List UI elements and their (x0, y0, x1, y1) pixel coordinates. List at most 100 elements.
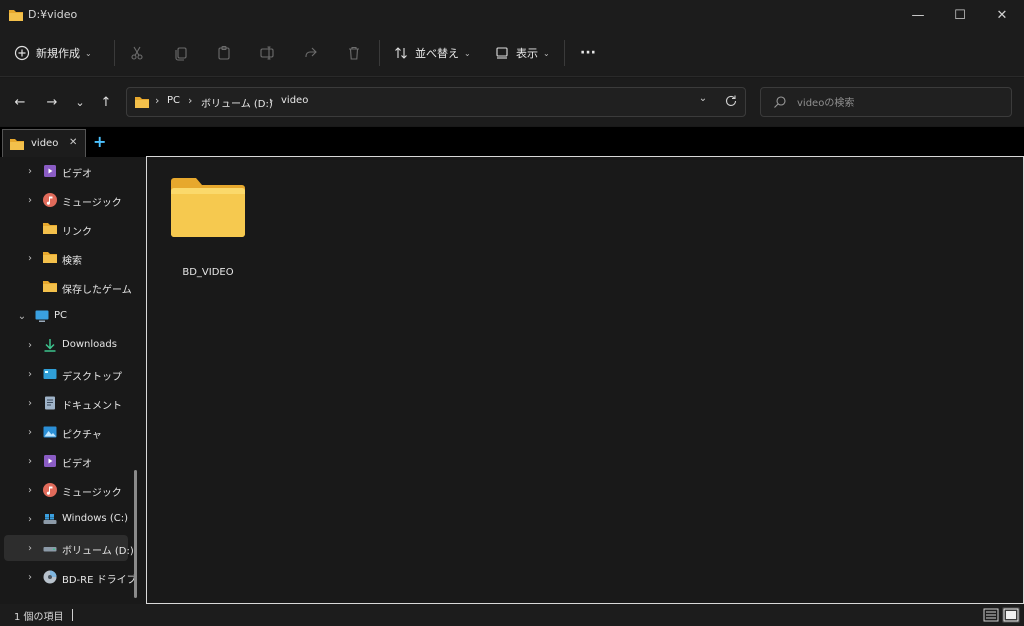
breadcrumb-pc[interactable]: PC (167, 95, 180, 106)
close-icon: ✕ (996, 7, 1008, 23)
window-title: D:¥video (28, 8, 78, 21)
folder-icon (42, 221, 58, 237)
sidebar-item-label: ボリューム (D:) (62, 546, 134, 557)
sidebar-item-label: Windows (C:) (62, 513, 128, 524)
chevron-right-icon[interactable]: › (24, 542, 36, 554)
chevron-down-icon: ⌄ (464, 48, 471, 58)
minimize-button[interactable]: — (898, 0, 938, 30)
refresh-button[interactable] (723, 93, 739, 109)
chevron-right-icon[interactable]: › (24, 339, 36, 351)
breadcrumb-volume-d[interactable]: ボリューム (D:) (201, 95, 273, 110)
disc-drive-icon (42, 569, 58, 585)
recent-locations-button[interactable]: ⌄ (68, 90, 92, 114)
chevron-right-icon[interactable]: › (24, 571, 36, 583)
sidebar-scrollbar[interactable] (134, 470, 137, 598)
sidebar-item-saved-games[interactable]: 保存したゲーム (4, 274, 132, 300)
status-bar: 1 個の項目 (0, 604, 1024, 626)
scissors-icon (131, 46, 143, 60)
chevron-right-icon[interactable]: › (24, 455, 36, 467)
sidebar-item-video[interactable]: › ビデオ (4, 158, 128, 184)
navigation-pane: › ビデオ › ミュージック リンク › 検索 保存したゲーム ⌄ PC › D… (0, 157, 146, 603)
copy-button[interactable] (170, 42, 192, 64)
tab-close-button[interactable]: ✕ (69, 137, 77, 148)
search-box[interactable] (760, 87, 1012, 117)
chevron-placeholder (24, 281, 36, 293)
sidebar-item-label: ピクチャ (62, 430, 102, 441)
document-icon (42, 395, 58, 411)
cut-button[interactable] (126, 42, 148, 64)
view-button[interactable]: 表示 ⌄ (494, 38, 556, 68)
view-icon (494, 45, 510, 61)
back-button[interactable]: ← (8, 90, 32, 114)
chevron-right-icon[interactable]: › (24, 165, 36, 177)
forward-button[interactable]: → (40, 90, 64, 114)
minimize-icon: — (911, 7, 925, 23)
file-list-view: BD_VIDEO (146, 156, 1024, 604)
sidebar-item-music[interactable]: › ミュージック (4, 187, 128, 213)
address-dropdown-button[interactable]: ⌄ (695, 93, 711, 109)
rename-icon (260, 46, 274, 60)
sidebar-item-links[interactable]: リンク (4, 216, 128, 242)
search-icon (773, 95, 787, 109)
share-button[interactable] (300, 42, 322, 64)
sidebar-item-documents[interactable]: › ドキュメント (4, 390, 128, 416)
up-button[interactable]: ↑ (94, 90, 118, 114)
folder-icon (42, 250, 58, 266)
video-icon (42, 453, 58, 469)
pc-icon (34, 308, 50, 324)
maximize-button[interactable]: ☐ (940, 0, 980, 30)
new-tab-button[interactable]: + (93, 132, 106, 151)
chevron-right-icon[interactable]: › (24, 397, 36, 409)
sidebar-item-pc[interactable]: ⌄ PC (4, 303, 128, 329)
sort-button[interactable]: 並べ替え ⌄ (393, 38, 473, 68)
sidebar-item-label: ビデオ (62, 169, 92, 180)
sidebar-item-label: Downloads (62, 339, 117, 350)
chevron-right-icon[interactable]: › (24, 484, 36, 496)
sidebar-item-searches[interactable]: › 検索 (4, 245, 128, 271)
rename-button[interactable] (256, 42, 278, 64)
sidebar-item-desktop[interactable]: › デスクトップ (4, 361, 128, 387)
address-bar[interactable]: › PC › ボリューム (D:) › video ⌄ (126, 87, 746, 117)
chevron-placeholder (24, 223, 36, 235)
large-icons-view-button[interactable] (1002, 607, 1020, 623)
chevron-right-icon[interactable]: › (24, 426, 36, 438)
music-icon (42, 482, 58, 498)
tab-strip: video ✕ + (0, 127, 1024, 157)
sidebar-item-music-2[interactable]: › ミュージック (4, 477, 128, 503)
refresh-icon (725, 95, 737, 107)
new-button-label: 新規作成 (36, 47, 80, 60)
sidebar-item-video-2[interactable]: › ビデオ (4, 448, 128, 474)
new-button[interactable]: 新規作成 ⌄ (14, 38, 104, 68)
plus-circle-icon (14, 45, 30, 61)
folder-icon (9, 137, 25, 151)
toolbar-divider (114, 40, 115, 66)
folder-icon (169, 175, 247, 239)
breadcrumb-video[interactable]: video (281, 95, 308, 106)
delete-button[interactable] (343, 42, 365, 64)
sidebar-item-windows-c[interactable]: › Windows (C:) (4, 506, 128, 532)
chevron-right-icon[interactable]: › (24, 368, 36, 380)
sort-icon (393, 45, 409, 61)
details-view-button[interactable] (982, 607, 1000, 623)
sidebar-item-pictures[interactable]: › ピクチャ (4, 419, 128, 445)
more-options-button[interactable]: ··· (576, 38, 600, 68)
large-icons-view-icon (1003, 608, 1019, 622)
chevron-down-icon: ⌄ (543, 48, 550, 58)
chevron-right-icon[interactable]: › (24, 513, 36, 525)
chevron-right-icon[interactable]: › (24, 252, 36, 264)
arrow-left-icon: ← (14, 94, 26, 110)
tab-video[interactable]: video ✕ (2, 129, 86, 157)
title-bar: D:¥video — ☐ ✕ (0, 0, 1024, 30)
chevron-down-icon[interactable]: ⌄ (16, 310, 28, 322)
search-input[interactable] (795, 94, 999, 112)
sidebar-item-downloads[interactable]: › Downloads (4, 332, 128, 358)
desktop-icon (42, 366, 58, 382)
sidebar-item-volume-d[interactable]: › ボリューム (D:) (4, 535, 134, 561)
paste-button[interactable] (213, 42, 235, 64)
folder-item-bd-video[interactable]: BD_VIDEO (165, 171, 251, 278)
windows-drive-icon (42, 511, 58, 527)
arrow-right-icon: → (46, 94, 58, 110)
chevron-right-icon[interactable]: › (24, 194, 36, 206)
close-button[interactable]: ✕ (982, 0, 1022, 30)
sidebar-item-bd-re-drive[interactable]: › BD-RE ドライブ (4, 564, 137, 590)
